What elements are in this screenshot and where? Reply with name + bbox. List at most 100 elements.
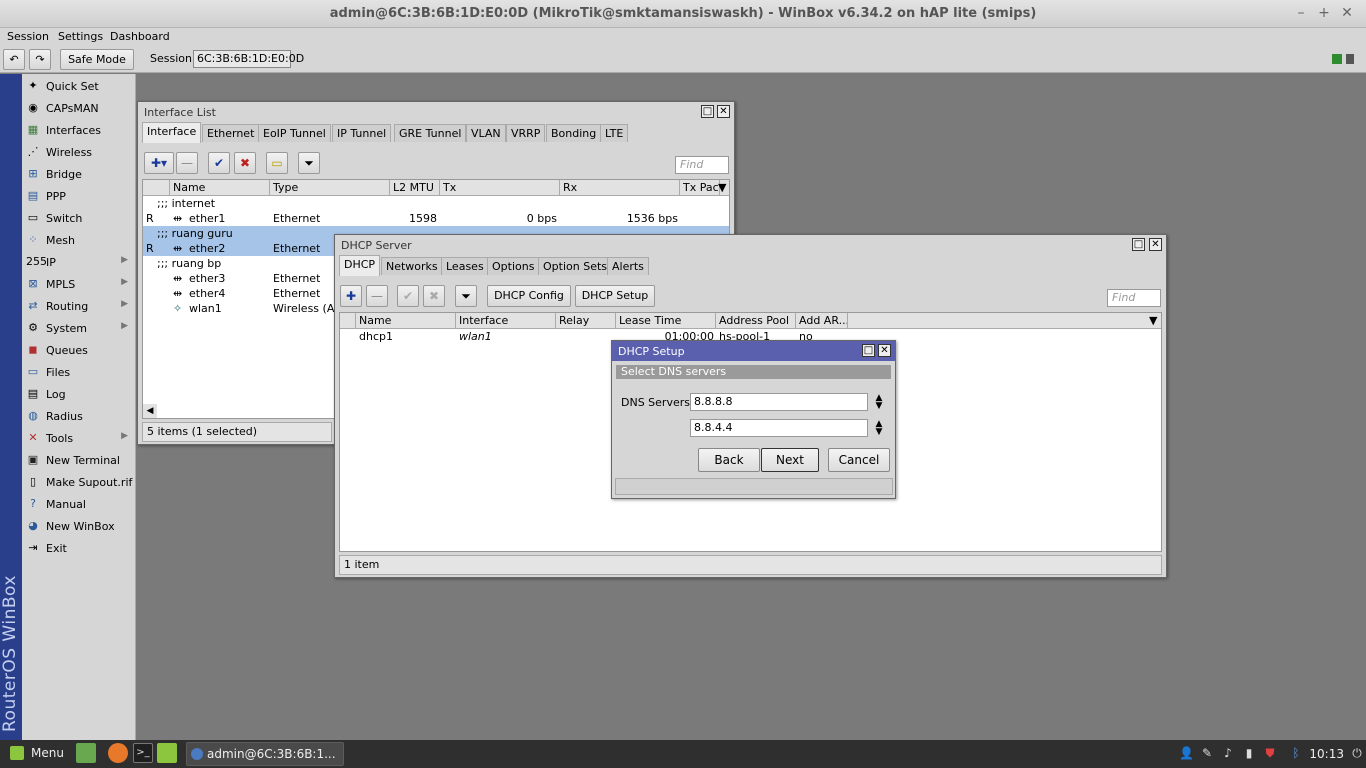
sidebar-item-manual[interactable]: ? Manual: [22, 494, 134, 514]
close-icon[interactable]: ✕: [717, 105, 730, 118]
tab-options[interactable]: Options: [487, 257, 540, 275]
col-tx-packets[interactable]: Tx Pac: [680, 180, 720, 196]
maximize-icon[interactable]: □: [701, 105, 714, 118]
col-rx[interactable]: Rx: [560, 180, 680, 196]
taskbar-winbox-task[interactable]: admin@6C:3B:6B:1...: [186, 742, 344, 766]
user-icon[interactable]: 👤: [1179, 746, 1194, 760]
remove-button[interactable]: —: [366, 285, 388, 307]
sidebar-item-tools[interactable]: ✕ Tools ▶: [22, 428, 134, 448]
col-add-arp[interactable]: Add AR...: [796, 313, 848, 329]
filter-button[interactable]: ⏷: [455, 285, 477, 307]
col-name[interactable]: Name: [170, 180, 270, 196]
sidebar-item-ip[interactable]: 255 IP ▶: [22, 252, 134, 272]
start-menu-button[interactable]: Menu: [31, 746, 64, 760]
col-tx[interactable]: Tx: [440, 180, 560, 196]
col-name[interactable]: Name: [356, 313, 456, 329]
tab-vrrp[interactable]: VRRP: [506, 124, 546, 142]
disable-button[interactable]: ✖: [423, 285, 445, 307]
col-l2mtu[interactable]: L2 MTU: [390, 180, 440, 196]
network-icon[interactable]: ⏻: [1350, 746, 1364, 760]
firefox-icon[interactable]: [108, 743, 128, 763]
table-row[interactable]: R ⇹ ether1 Ethernet 1598 0 bps 1536 bps: [143, 211, 729, 226]
dhcp-server-titlebar[interactable]: DHCP Server □ ✕: [335, 235, 1166, 255]
sidebar-item-files[interactable]: ▭ Files: [22, 362, 134, 382]
sidebar-item-ppp[interactable]: ▤ PPP: [22, 186, 134, 206]
cancel-button[interactable]: Cancel: [828, 448, 890, 472]
filter-button[interactable]: ⏷: [298, 152, 320, 174]
maximize-button[interactable]: +: [1315, 4, 1333, 22]
columns-dropdown-icon[interactable]: ▼: [1146, 313, 1161, 329]
tab-alerts[interactable]: Alerts: [607, 257, 649, 275]
sidebar-item-new-winbox[interactable]: ◕ New WinBox: [22, 516, 134, 536]
sidebar-item-wireless[interactable]: ⋰ Wireless: [22, 142, 134, 162]
add-button[interactable]: ✚: [340, 285, 362, 307]
menu-session[interactable]: Session: [7, 30, 49, 43]
sidebar-item-queues[interactable]: ◼ Queues: [22, 340, 134, 360]
redo-button[interactable]: ↷: [29, 49, 51, 70]
sidebar-item-new-terminal[interactable]: ▣ New Terminal: [22, 450, 134, 470]
sidebar-item-routing[interactable]: ⇄ Routing ▶: [22, 296, 134, 316]
tab-leases[interactable]: Leases: [441, 257, 489, 275]
tab-eoip-tunnel[interactable]: EoIP Tunnel: [258, 124, 331, 142]
sidebar-item-interfaces[interactable]: ▦ Interfaces: [22, 120, 134, 140]
tab-ip-tunnel[interactable]: IP Tunnel: [332, 124, 392, 142]
tab-bonding[interactable]: Bonding: [546, 124, 602, 142]
safe-mode-button[interactable]: Safe Mode: [60, 49, 134, 70]
files-icon[interactable]: [157, 743, 177, 763]
sidebar-item-quick-set[interactable]: ✦ Quick Set: [22, 76, 134, 96]
session-field[interactable]: 6C:3B:6B:1D:E0:0D: [193, 50, 304, 68]
sidebar-item-capsman[interactable]: ◉ CAPsMAN: [22, 98, 134, 118]
add-button[interactable]: ✚▾: [144, 152, 174, 174]
sidebar-item-make-supout[interactable]: ▯ Make Supout.rif: [22, 472, 134, 492]
table-row[interactable]: ;;; internet: [143, 196, 729, 211]
close-icon[interactable]: ✕: [878, 344, 891, 357]
close-button[interactable]: ✕: [1338, 4, 1356, 22]
bluetooth-icon[interactable]: ᛒ: [1289, 746, 1303, 760]
menu-dashboard[interactable]: Dashboard: [110, 30, 170, 43]
tab-lte[interactable]: LTE: [600, 124, 629, 142]
col-interface[interactable]: Interface: [456, 313, 556, 329]
columns-dropdown-icon[interactable]: ▼: [715, 180, 729, 196]
col-type[interactable]: Type: [270, 180, 390, 196]
menu-settings[interactable]: Settings: [58, 30, 103, 43]
minimize-button[interactable]: –: [1292, 4, 1310, 22]
volume-icon[interactable]: ♪: [1221, 746, 1235, 760]
show-desktop-icon[interactable]: [76, 743, 96, 763]
shield-icon[interactable]: ⛊: [1263, 746, 1277, 760]
tab-gre-tunnel[interactable]: GRE Tunnel: [394, 124, 467, 142]
sidebar-item-mesh[interactable]: ⁘ Mesh: [22, 230, 134, 250]
clipboard-icon[interactable]: ▮: [1242, 746, 1256, 760]
close-icon[interactable]: ✕: [1149, 238, 1162, 251]
dhcp-config-button[interactable]: DHCP Config: [487, 285, 571, 307]
mint-menu-icon[interactable]: [10, 746, 24, 760]
interface-list-titlebar[interactable]: Interface List □ ✕: [138, 102, 734, 122]
tab-dhcp[interactable]: DHCP: [339, 255, 381, 276]
dns-2-spinner-icon[interactable]: ▲ ▼: [873, 420, 885, 437]
undo-button[interactable]: ↶: [3, 49, 25, 70]
maximize-icon[interactable]: □: [862, 344, 875, 357]
pen-icon[interactable]: ✎: [1200, 746, 1214, 760]
sidebar-item-bridge[interactable]: ⊞ Bridge: [22, 164, 134, 184]
maximize-icon[interactable]: □: [1132, 238, 1145, 251]
dns-1-spinner-icon[interactable]: ▲ ▼: [873, 394, 885, 411]
comment-button[interactable]: ▭: [266, 152, 288, 174]
terminal-icon[interactable]: >_: [133, 743, 153, 763]
col-address-pool[interactable]: Address Pool: [716, 313, 796, 329]
disable-button[interactable]: ✖: [234, 152, 256, 174]
dhcp-setup-titlebar[interactable]: DHCP Setup □ ✕: [612, 341, 895, 361]
tab-ethernet[interactable]: Ethernet: [202, 124, 260, 142]
col-lease-time[interactable]: Lease Time: [616, 313, 716, 329]
sidebar-item-mpls[interactable]: ⊠ MPLS ▶: [22, 274, 134, 294]
next-button[interactable]: Next: [761, 448, 819, 472]
remove-button[interactable]: —: [176, 152, 198, 174]
sidebar-item-exit[interactable]: ⇥ Exit: [22, 538, 134, 558]
dhcp-setup-button[interactable]: DHCP Setup: [575, 285, 655, 307]
enable-button[interactable]: ✔: [397, 285, 419, 307]
tab-interface[interactable]: Interface: [142, 122, 202, 143]
find-input[interactable]: Find: [675, 156, 729, 174]
dns-server-1-field[interactable]: 8.8.8.8: [690, 393, 868, 411]
tab-networks[interactable]: Networks: [381, 257, 443, 275]
tab-option-sets[interactable]: Option Sets: [538, 257, 613, 275]
sidebar-item-switch[interactable]: ▭ Switch: [22, 208, 134, 228]
tab-vlan[interactable]: VLAN: [466, 124, 506, 142]
